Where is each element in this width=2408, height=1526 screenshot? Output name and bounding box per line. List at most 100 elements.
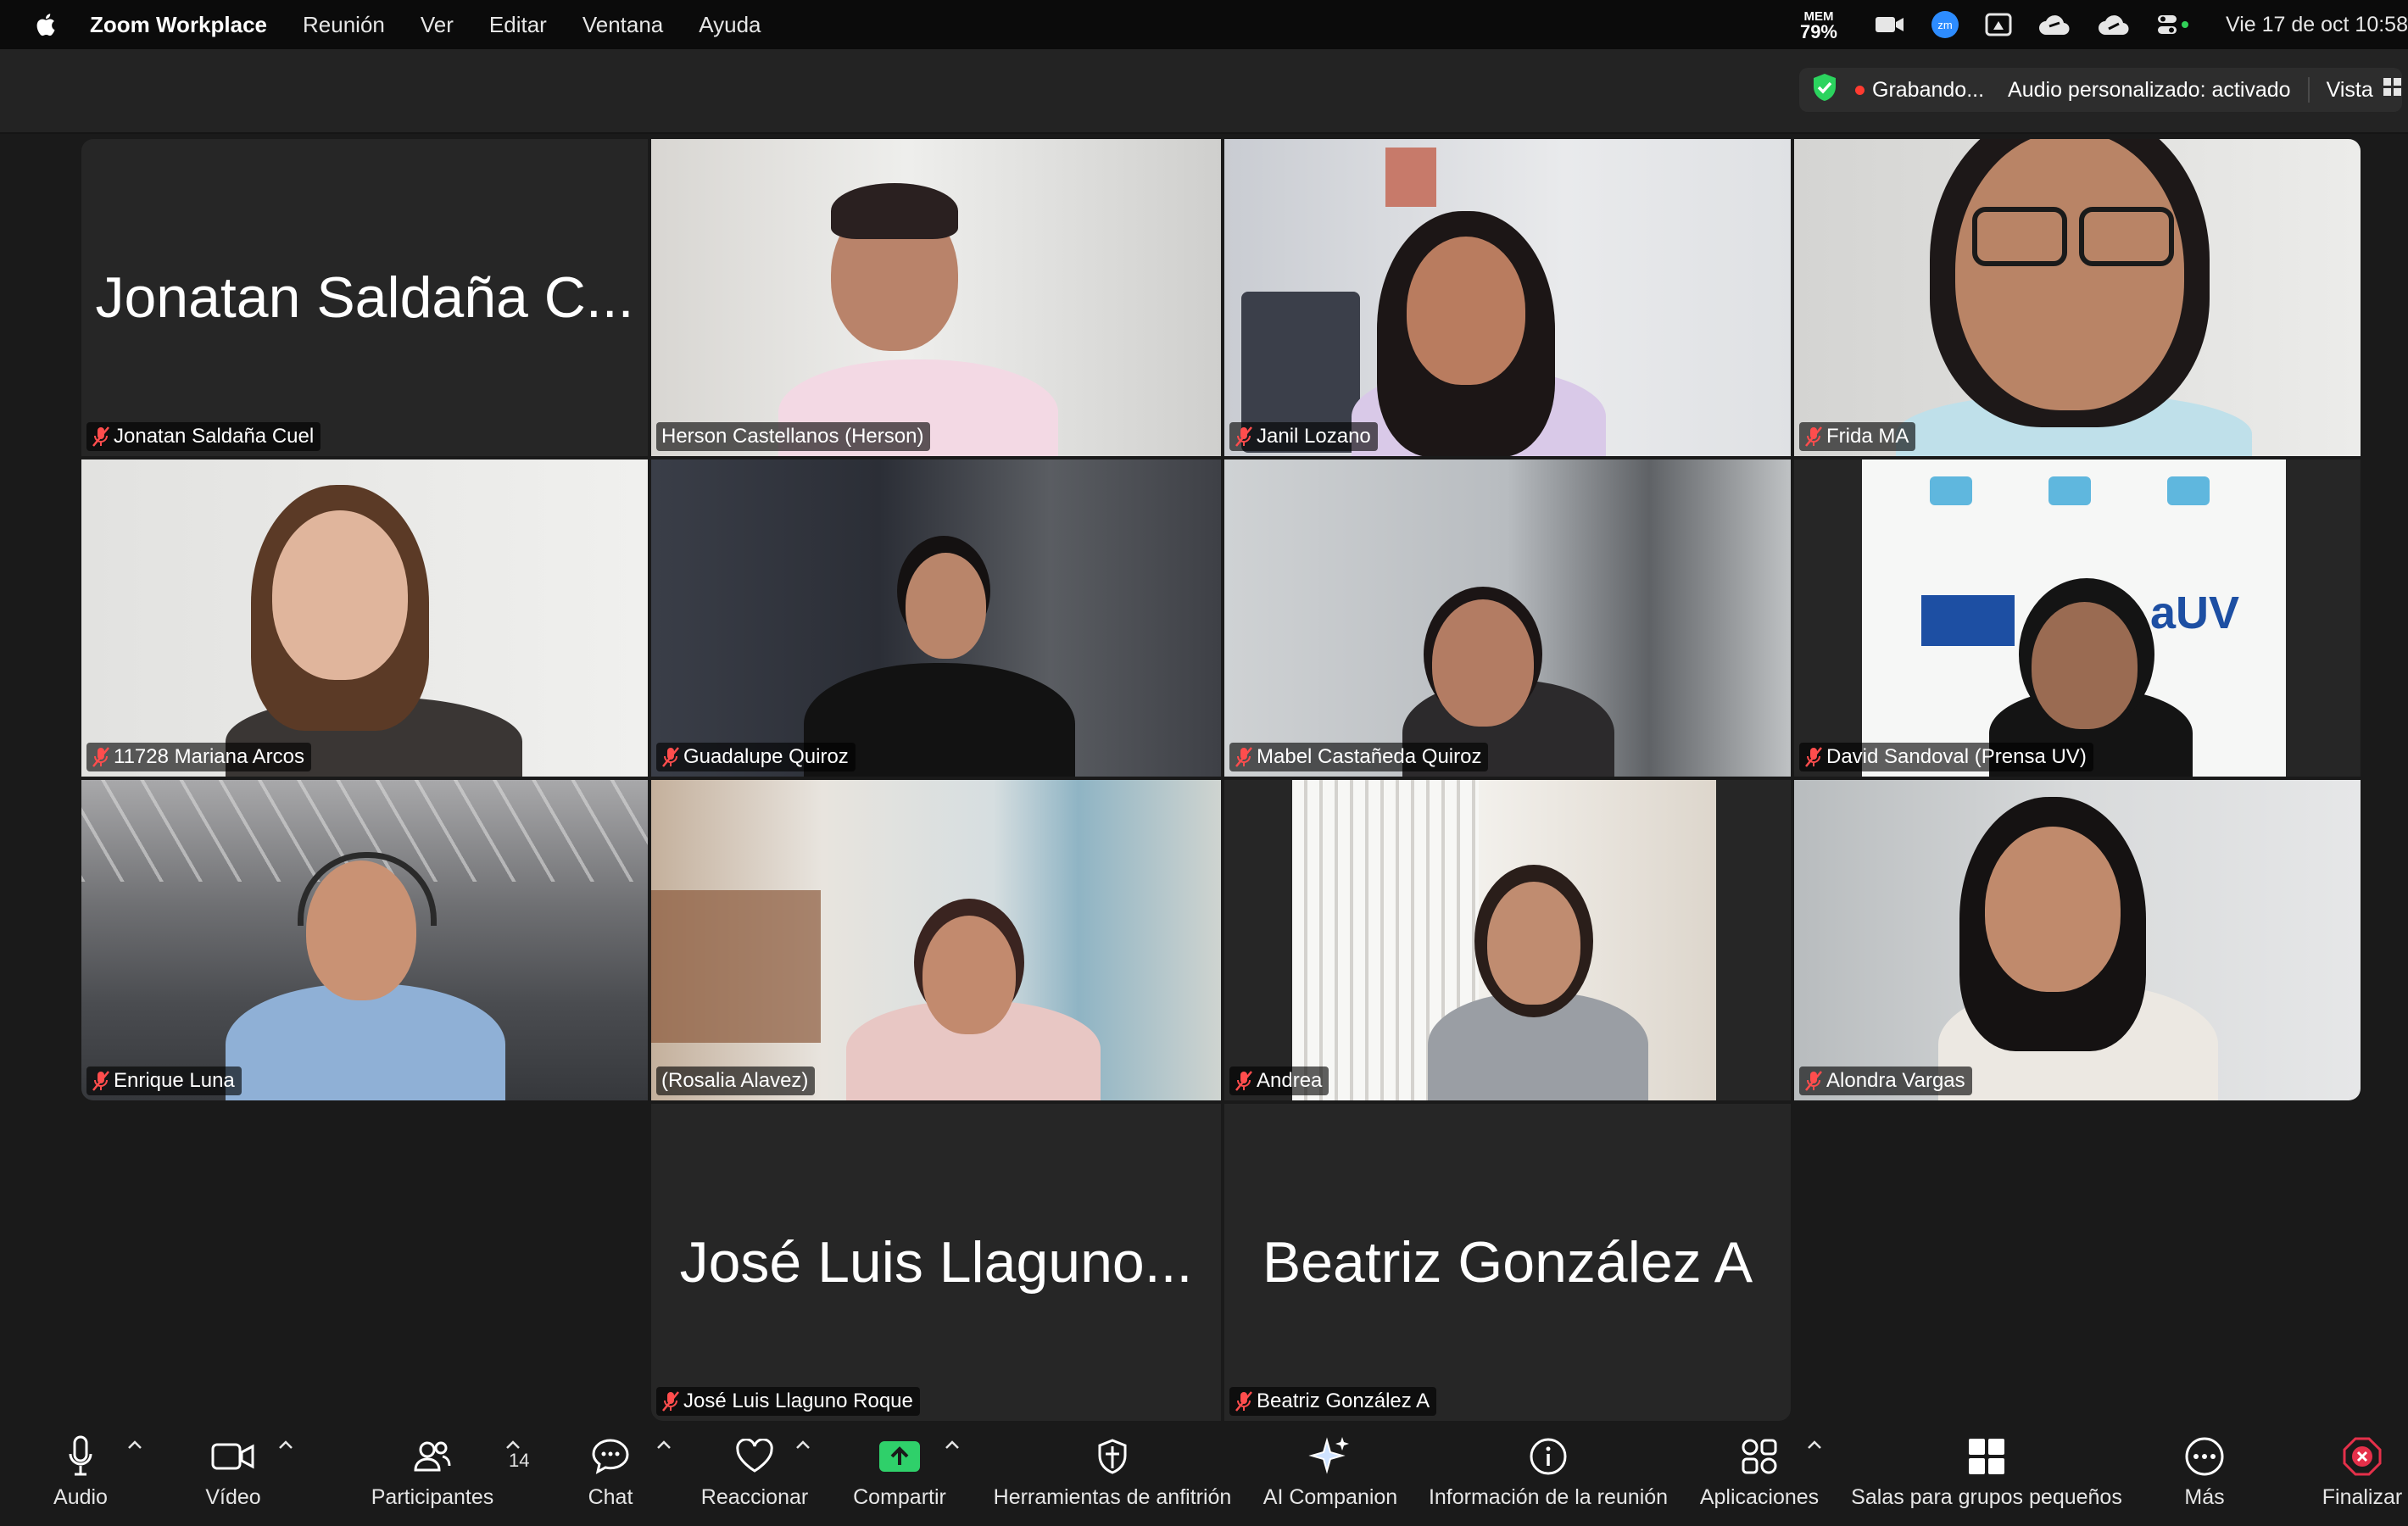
participant-name: Andrea [1257,1069,1323,1092]
react-button[interactable]: Reaccionar [695,1421,814,1526]
host-shield-icon [1098,1439,1127,1474]
participant-video [1224,780,1791,1100]
encryption-shield-icon[interactable] [1811,72,1838,109]
video-tile[interactable]: Guadalupe Quiroz [651,459,1221,777]
participants-button[interactable]: 14 Participantes [365,1421,529,1526]
meeting-info-button[interactable]: Información de la reunión [1424,1421,1672,1526]
breakout-rooms-button[interactable]: Salas para grupos pequeños [1847,1421,2127,1526]
share-button[interactable]: Compartir [844,1421,955,1526]
participant-video: aUV [1794,459,2361,777]
chat-options-caret-icon[interactable] [656,1440,672,1450]
participant-video [1794,139,2361,456]
participant-video [1224,139,1791,456]
ai-companion-label: AI Companion [1263,1485,1398,1509]
video-tile[interactable]: Janil Lozano [1224,139,1791,456]
participant-nametag: Enrique Luna [86,1067,242,1095]
participant-video [651,139,1221,456]
video-tile[interactable]: aUV David Sandoval (Prensa UV) [1794,459,2361,777]
video-tile[interactable]: 11728 Mariana Arcos [81,459,648,777]
meeting-top-bar: Grabando... Audio personalizado: activad… [0,49,2408,134]
recording-status-pill[interactable]: Grabando... Audio personalizado: activad… [1799,68,2402,112]
video-tile[interactable]: Alondra Vargas [1794,780,2361,1100]
end-meeting-icon [2343,1437,2382,1476]
participant-nametag: Alondra Vargas [1799,1067,1972,1095]
more-button[interactable]: Más [2171,1421,2238,1526]
end-meeting-label: Finalizar [2322,1485,2403,1509]
host-tools-button[interactable]: Herramientas de anfitrión [987,1421,1238,1526]
participant-name: Frida MA [1826,425,1909,448]
menu-ventana[interactable]: Ventana [582,12,663,38]
menu-ayuda[interactable]: Ayuda [699,12,761,38]
audio-options-caret-icon[interactable] [127,1440,142,1450]
mic-muted-icon [1235,1071,1252,1091]
participant-name-placeholder: Jonatan Saldaña C... [95,265,634,330]
memory-value: 79% [1799,21,1837,42]
participant-name: (Rosalia Alavez) [661,1069,809,1092]
video-tile[interactable]: Andrea [1224,780,1791,1100]
memory-status[interactable]: MEM 79% [1799,9,1837,42]
host-tools-label: Herramientas de anfitrión [993,1485,1232,1509]
heart-icon [736,1439,773,1473]
mic-muted-icon [1235,426,1252,447]
participant-video [81,780,648,1100]
ai-companion-button[interactable]: AI Companion [1260,1421,1401,1526]
share-options-caret-icon[interactable] [945,1440,960,1450]
camera-status-icon[interactable] [1875,14,1905,35]
end-meeting-button[interactable]: Finalizar [2320,1421,2405,1526]
audio-button[interactable]: Audio [42,1421,119,1526]
breakout-rooms-label: Salas para grupos pequeños [1851,1485,2122,1509]
video-tile[interactable]: Jonatan Saldaña C... Jonatan Saldaña Cue… [81,139,648,456]
participants-label: Participantes [371,1485,494,1509]
participant-nametag: Beatriz González A [1229,1387,1437,1416]
video-tile[interactable]: Mabel Castañeda Quiroz [1224,459,1791,777]
chat-button[interactable]: Chat [577,1421,644,1526]
participant-nametag: Andrea [1229,1067,1329,1095]
apps-options-caret-icon[interactable] [1807,1440,1822,1450]
drive-icon[interactable] [1985,12,2012,37]
custom-audio-label[interactable]: Audio personalizado: activado [2008,78,2291,103]
participant-name-placeholder: Beatriz González A [1262,1230,1753,1295]
menu-ver[interactable]: Ver [421,12,454,38]
menu-editar[interactable]: Editar [489,12,547,38]
video-tile[interactable]: Herson Castellanos (Herson) [651,139,1221,456]
video-button[interactable]: Vídeo [195,1421,271,1526]
video-options-caret-icon[interactable] [278,1440,293,1450]
apple-menu-icon[interactable] [32,12,58,37]
apps-button[interactable]: Aplicaciones [1696,1421,1823,1526]
react-options-caret-icon[interactable] [795,1440,811,1450]
participant-name-placeholder: José Luis Llaguno... [679,1230,1193,1295]
more-label: Más [2184,1485,2225,1509]
app-name-menu[interactable]: Zoom Workplace [90,12,267,38]
cloud-sync-icon[interactable] [2037,13,2071,36]
participant-name: Alondra Vargas [1826,1069,1965,1092]
gallery-view-icon[interactable] [2383,77,2402,103]
video-tile[interactable]: José Luis Llaguno... José Luis Llaguno R… [651,1104,1221,1421]
zoom-menubar-icon[interactable]: zm [1931,10,1959,39]
mic-muted-icon [1805,426,1822,447]
menu-reunion[interactable]: Reunión [303,12,385,38]
participant-nametag: Mabel Castañeda Quiroz [1229,743,1489,771]
participant-name: Jonatan Saldaña Cuel [114,425,315,448]
video-tile[interactable]: Frida MA [1794,139,2361,456]
recording-label[interactable]: Grabando... [1872,78,1984,103]
video-tile[interactable]: Beatriz González A Beatriz González A [1224,1104,1791,1421]
apps-label: Aplicaciones [1699,1485,1820,1509]
mic-muted-icon [1235,747,1252,767]
participant-nametag: Guadalupe Quiroz [656,743,856,771]
video-tile[interactable]: (Rosalia Alavez) [651,780,1221,1100]
react-label: Reaccionar [700,1485,809,1509]
svg-text:zm: zm [1937,19,1952,31]
participant-nametag: José Luis Llaguno Roque [656,1387,920,1416]
participants-options-caret-icon[interactable] [505,1440,521,1450]
apps-icon [1742,1439,1777,1474]
cloud-icon[interactable] [2097,13,2131,36]
video-tile[interactable]: Enrique Luna [81,780,648,1100]
control-center-icon[interactable] [2156,13,2190,36]
chat-bubble-icon [592,1439,629,1474]
mic-muted-icon [92,1071,109,1091]
view-label[interactable]: Vista [2327,78,2373,103]
menubar-clock[interactable]: Vie 17 de oct 10:58 [2226,13,2408,37]
video-camera-icon [211,1443,254,1470]
participant-video [1794,780,2361,1100]
participant-name: David Sandoval (Prensa UV) [1826,745,2087,768]
